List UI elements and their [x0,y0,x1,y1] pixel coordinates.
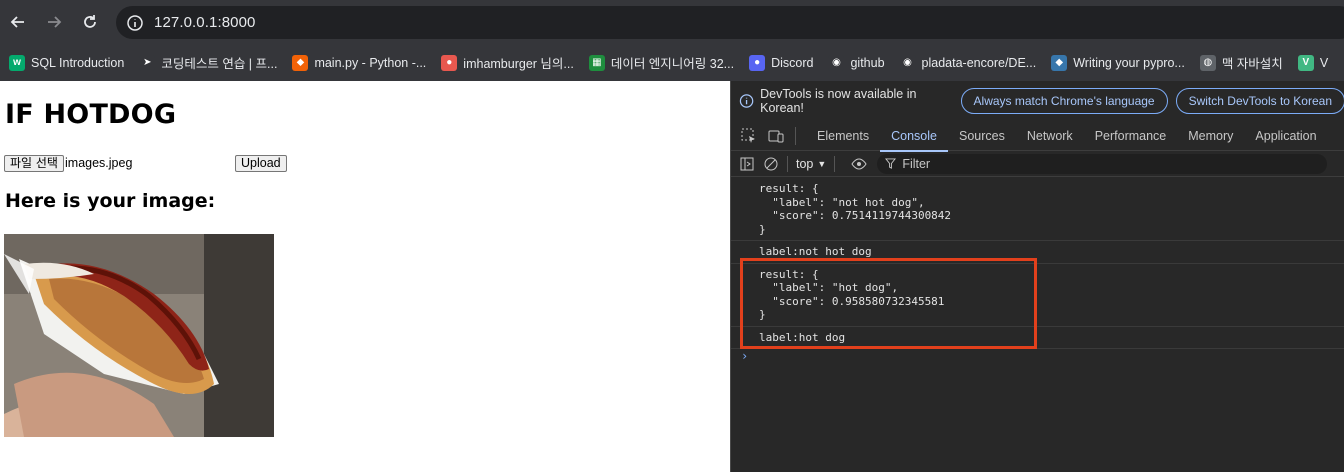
bookmark-item[interactable]: VV [1297,54,1329,71]
bookmark-label: Discord [771,55,814,70]
reload-icon [84,15,96,28]
image-heading: Here is your image: [5,190,216,212]
arrow-right-icon [48,16,62,28]
bookmark-label: imhamburger 님의... [463,57,574,71]
browser-toolbar: 127.0.0.1:8000 [0,0,1344,44]
bookmark-item[interactable]: ◆ Writing your pypro... [1051,54,1185,71]
tab-separator [795,126,796,145]
hotdog-image [4,234,274,437]
velog-icon: ● [441,54,458,71]
bookmark-item[interactable]: ● imhamburger 님의... [441,53,574,72]
devtools-language-banner: DevTools is now available in Korean! Alw… [731,81,1344,121]
sidebar-toggle-icon[interactable] [739,156,755,172]
page-title: IF HOTDOG [5,99,177,130]
github-icon: ◉ [828,54,845,71]
device-toolbar-icon[interactable] [767,127,785,145]
url-text[interactable]: 127.0.0.1:8000 [154,14,256,31]
tab-network[interactable]: Network [1016,121,1084,151]
bookmark-label: SQL Introduction [31,55,125,70]
back-button[interactable] [0,4,36,40]
bookmark-label: 데이터 엔지니어링 32... [610,57,735,71]
info-icon [739,94,754,108]
clear-console-icon[interactable] [763,156,779,172]
file-name-label: images.jpeg [65,156,133,170]
bookmark-item[interactable]: ◉ pladata-encore/DE... [899,54,1037,71]
bookmark-item[interactable]: w SQL Introduction [9,54,125,71]
devtools-tab-bar: Elements Console Sources Network Performance… [731,121,1344,152]
file-choose-button[interactable]: 파일 선택 [4,155,64,172]
console-message-text: label:not hot dog [759,245,872,258]
programmers-icon: ➤ [139,54,156,71]
bookmark-item[interactable]: ● Discord [749,54,814,71]
bookmark-item[interactable]: ◉ github [828,54,885,71]
w3schools-icon: w [9,54,25,71]
tab-memory[interactable]: Memory [1177,121,1244,151]
discord-icon: ● [749,54,766,71]
bookmark-label: 맥 자바설치 [1221,57,1283,71]
upload-button[interactable]: Upload [235,155,287,172]
sheets-icon: ▦ [588,54,605,71]
tab-performance[interactable]: Performance [1084,121,1178,151]
bookmark-label: V [1319,55,1329,70]
match-chrome-language-button[interactable]: Always match Chrome's language [960,88,1168,114]
bookmark-item[interactable]: ◍ 맥 자바설치 [1199,53,1283,72]
console-message[interactable]: result: { "label": "not hot dog", "score… [731,178,1344,241]
replit-icon: ⬥ [292,54,309,71]
github-icon: ◉ [899,54,916,71]
context-selector[interactable]: top ▼ [796,157,826,171]
caret-down-icon: ▼ [817,158,827,169]
console-toolbar: top ▼ Filter [731,151,1344,177]
reload-button[interactable] [72,4,108,40]
bookmark-label: 코딩테스트 연습 | 프... [161,57,278,71]
tab-application[interactable]: Application [1244,121,1327,151]
filter-placeholder: Filter [902,156,931,171]
console-filter-input[interactable]: Filter [877,153,1328,174]
tab-elements[interactable]: Elements [806,121,880,151]
site-info-icon[interactable] [126,14,144,32]
bookmark-label: main.py - Python -... [314,55,427,70]
bookmarks-bar: w SQL Introduction ➤ 코딩테스트 연습 | 프... ⬥ main.p… [0,44,1344,81]
bookmark-item[interactable]: ➤ 코딩테스트 연습 | 프... [139,53,277,72]
toolbar-separator [787,155,788,172]
bookmark-item[interactable]: ⬥ main.py - Python -... [292,54,427,71]
bookmark-label: pladata-encore/DE... [921,55,1037,70]
filter-icon [885,158,897,169]
console-message-text: result: { "label": "not hot dog", "score… [759,182,952,236]
bookmark-label: Writing your pypro... [1073,55,1185,70]
bookmark-label: github [850,55,885,70]
tab-console[interactable]: Console [880,121,948,152]
address-bar[interactable]: 127.0.0.1:8000 [116,6,1344,39]
red-highlight-box [740,258,1037,349]
console-prompt[interactable]: › [731,349,1344,363]
eye-icon[interactable] [851,156,867,172]
globe-icon: ◍ [1199,54,1216,71]
arrow-left-icon [10,16,24,28]
banner-message: DevTools is now available in Korean! [760,87,917,115]
toolbar-separator [834,155,836,172]
context-label: top [796,156,814,171]
forward-button[interactable] [36,4,72,40]
page-content: IF HOTDOG 파일 선택 images.jpeg Upload Here … [0,81,730,472]
inspect-element-icon[interactable] [740,127,758,145]
python-icon: ◆ [1051,54,1068,71]
switch-to-korean-button[interactable]: Switch DevTools to Korean [1175,88,1344,114]
tab-sources[interactable]: Sources [948,121,1016,151]
vue-icon: V [1297,54,1314,71]
bookmark-item[interactable]: ▦ 데이터 엔지니어링 32... [588,53,735,72]
